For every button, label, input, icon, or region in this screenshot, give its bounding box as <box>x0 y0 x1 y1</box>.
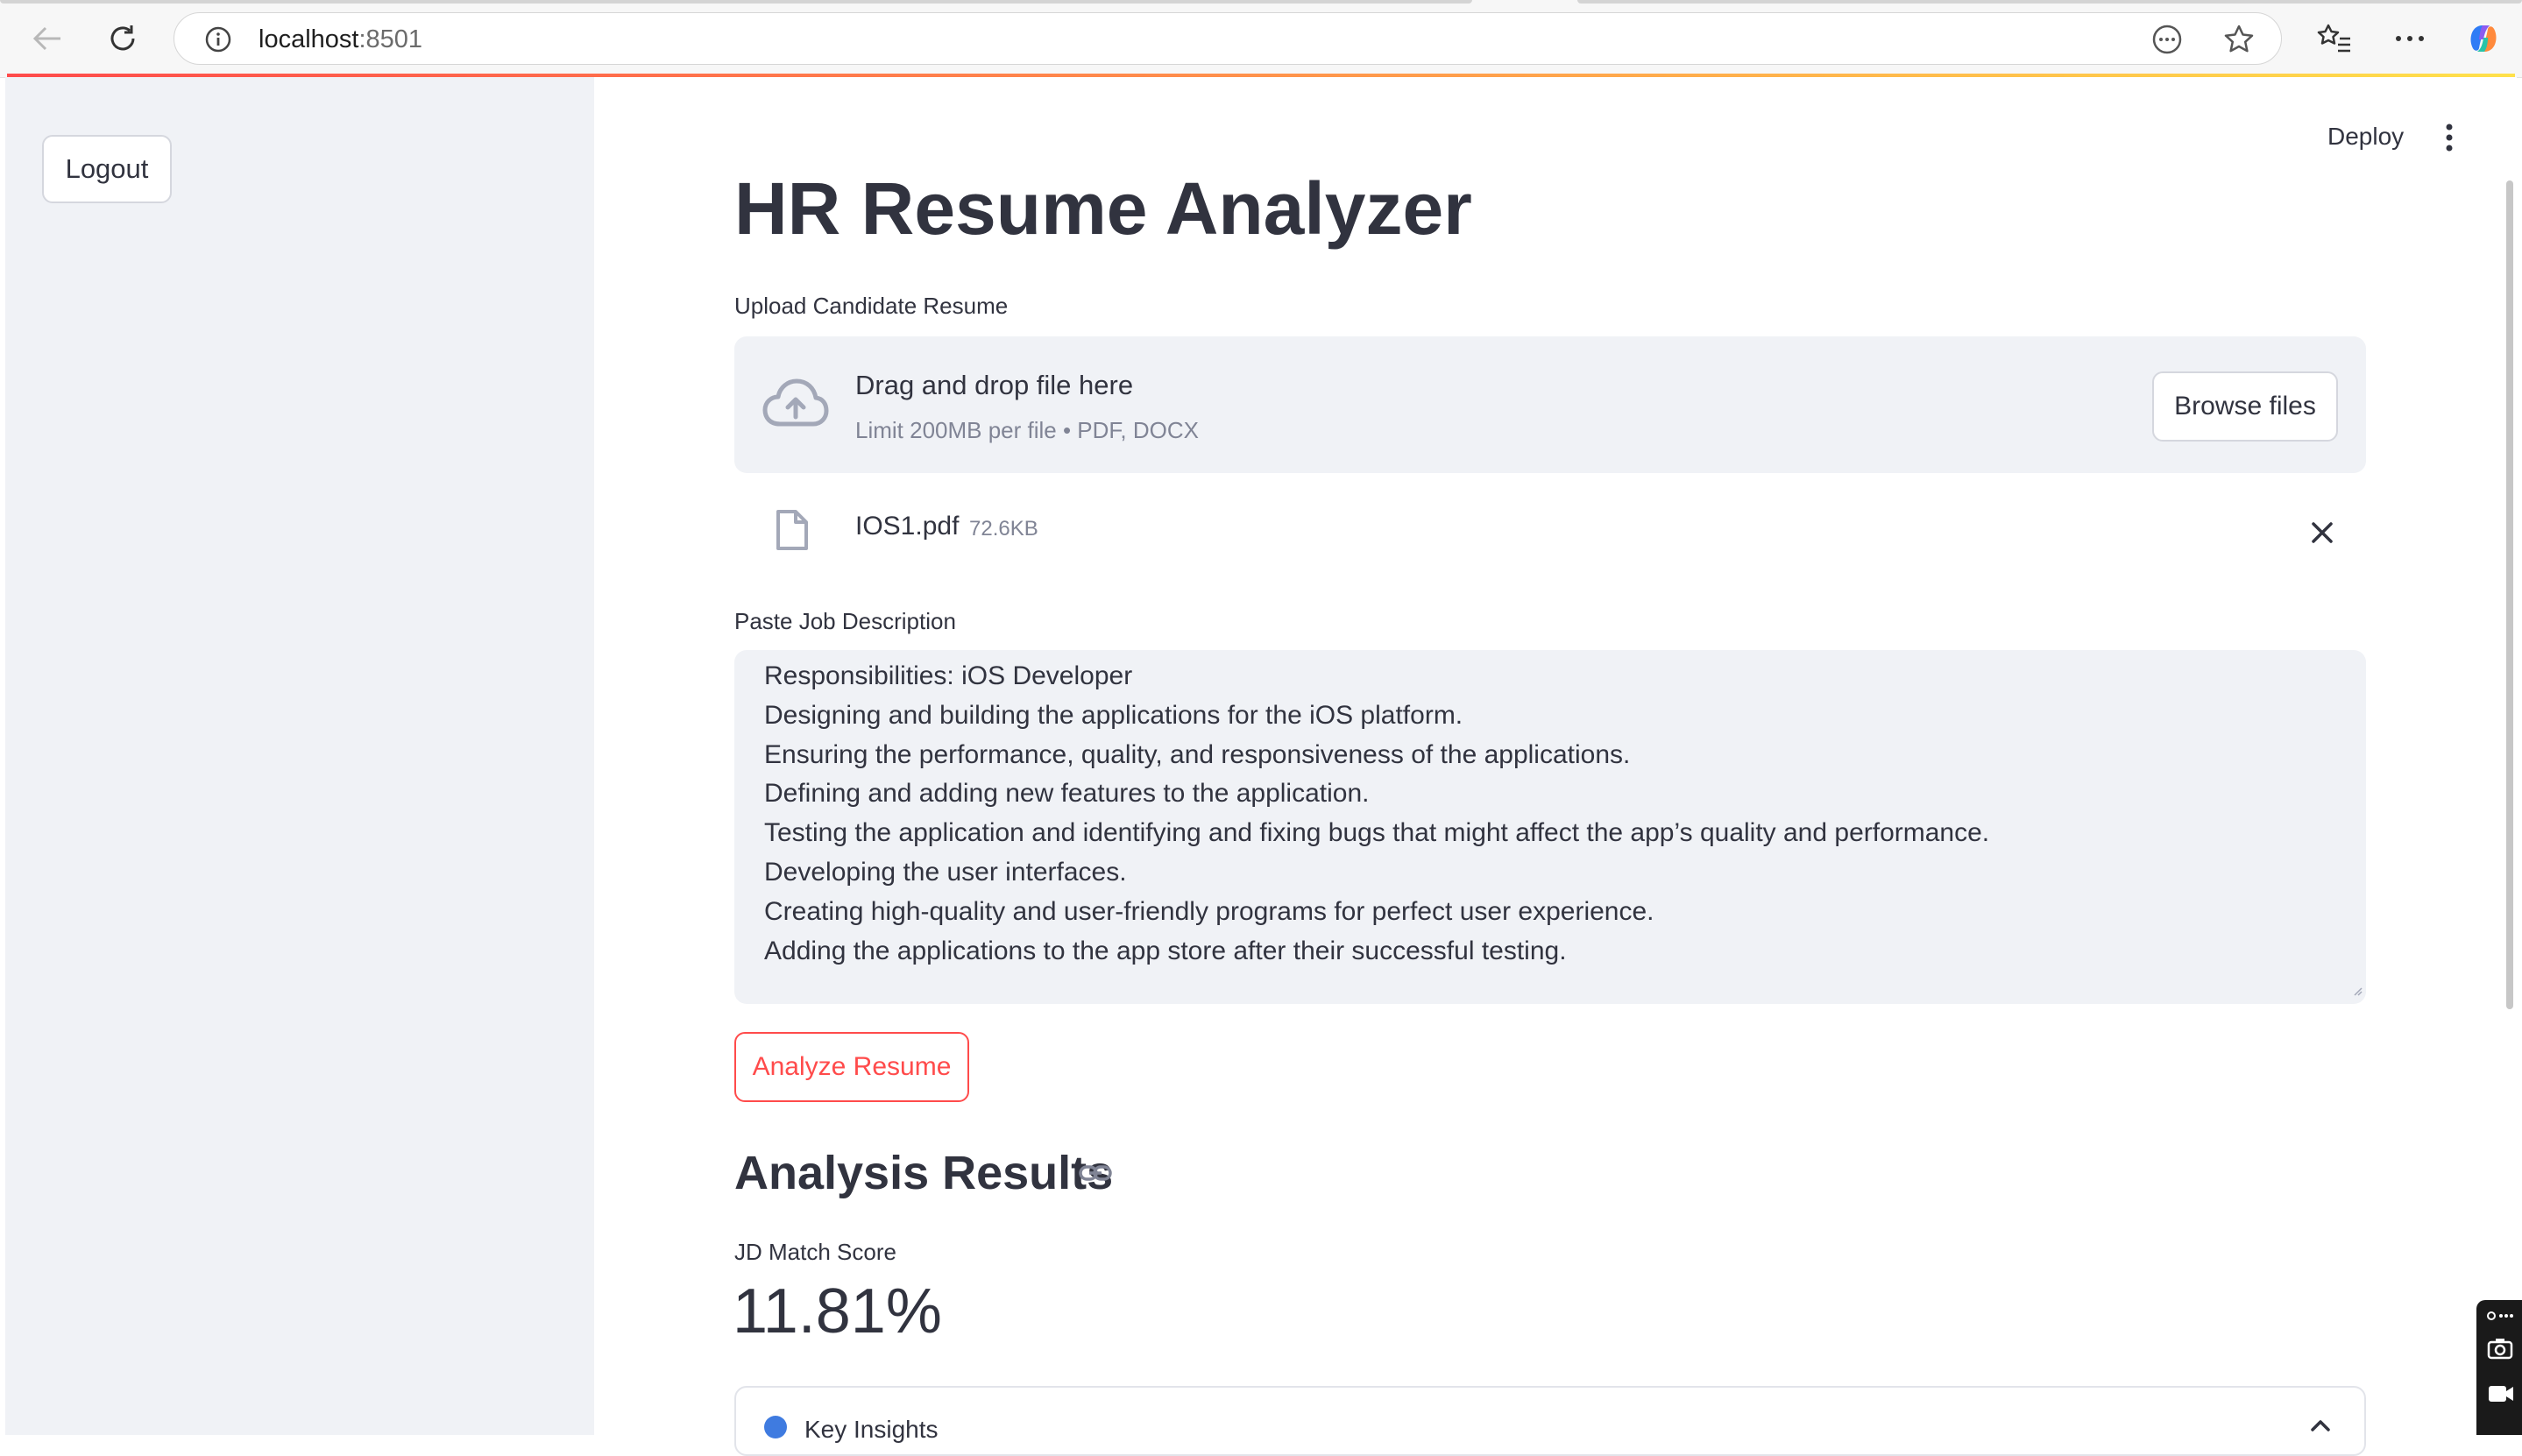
deploy-button[interactable]: Deploy <box>2327 123 2404 151</box>
file-dropzone[interactable]: Drag and drop file here Limit 200MB per … <box>734 336 2366 473</box>
back-arrow-icon[interactable] <box>28 19 67 58</box>
jd-line: Testing the application and identifying … <box>764 818 1990 848</box>
job-description-label: Paste Job Description <box>734 608 956 634</box>
analysis-results-heading: Analysis Results <box>734 1147 1114 1199</box>
jd-line: Creating high-quality and user-friendly … <box>764 896 1654 926</box>
resize-handle-icon[interactable] <box>2352 985 2363 1000</box>
toolbar-more-icon[interactable] <box>2487 1309 2513 1327</box>
site-info-icon[interactable] <box>204 25 232 58</box>
refresh-icon[interactable] <box>103 19 142 58</box>
expander-label: Key Insights <box>804 1416 939 1443</box>
insights-icon <box>764 1416 787 1438</box>
address-bar[interactable]: localhost:8501 <box>174 12 2282 65</box>
uploaded-file-size: 72.6KB <box>969 517 1038 541</box>
favorite-star-icon[interactable] <box>2223 24 2255 60</box>
uploaded-file-row: IOS1.pdf 72.6KB <box>734 499 2366 561</box>
jd-line: Adding the applications to the app store… <box>764 936 1567 965</box>
video-icon[interactable] <box>2487 1384 2515 1408</box>
chevron-up-icon <box>2310 1419 2331 1436</box>
jd-line: Developing the user interfaces. <box>764 857 1127 887</box>
sidebar <box>5 77 594 1435</box>
dropzone-limit: Limit 200MB per file • PDF, DOCX <box>855 417 1199 443</box>
copilot-icon[interactable] <box>2464 19 2503 58</box>
metric-value: 11.81% <box>733 1276 942 1346</box>
main-menu-icon[interactable] <box>2436 116 2462 159</box>
tab-strip-active <box>0 0 1472 4</box>
jd-line: Ensuring the performance, quality, and r… <box>764 739 1631 769</box>
close-icon[interactable] <box>2305 515 2340 550</box>
uploaded-file-name: IOS1.pdf <box>855 512 960 541</box>
url-text: localhost:8501 <box>259 25 423 53</box>
camera-icon[interactable] <box>2487 1337 2513 1364</box>
recording-toolbar <box>2476 1300 2522 1435</box>
job-description-textarea[interactable]: Responsibilities: iOS Developer Designin… <box>734 650 2366 1004</box>
page-title: HR Resume Analyzer <box>734 167 1472 250</box>
jd-line: Designing and building the applications … <box>764 700 1463 730</box>
browse-files-button[interactable]: Browse files <box>2152 371 2338 442</box>
upload-label: Upload Candidate Resume <box>734 293 1009 319</box>
browser-toolbar: localhost:8501 <box>0 0 2522 78</box>
anchor-link-icon[interactable] <box>1078 1162 1113 1189</box>
logout-button[interactable]: Logout <box>42 135 172 203</box>
dropzone-instructions: Drag and drop file here <box>855 370 1134 400</box>
more-menu-icon[interactable] <box>2391 19 2429 58</box>
cloud-upload-icon <box>762 377 829 434</box>
favorites-list-icon[interactable] <box>2315 19 2354 58</box>
jd-line: Responsibilities: iOS Developer <box>764 661 1133 690</box>
tab-strip-inactive <box>1577 0 2522 4</box>
metric-label: JD Match Score <box>734 1239 896 1265</box>
analyze-resume-button[interactable]: Analyze Resume <box>734 1032 969 1102</box>
jd-line: Defining and adding new features to the … <box>764 779 1370 809</box>
page-scrollbar[interactable] <box>2506 180 2513 1009</box>
file-icon <box>775 508 810 556</box>
reader-icon[interactable] <box>2151 24 2183 60</box>
key-insights-expander[interactable]: Key Insights <box>734 1386 2366 1456</box>
